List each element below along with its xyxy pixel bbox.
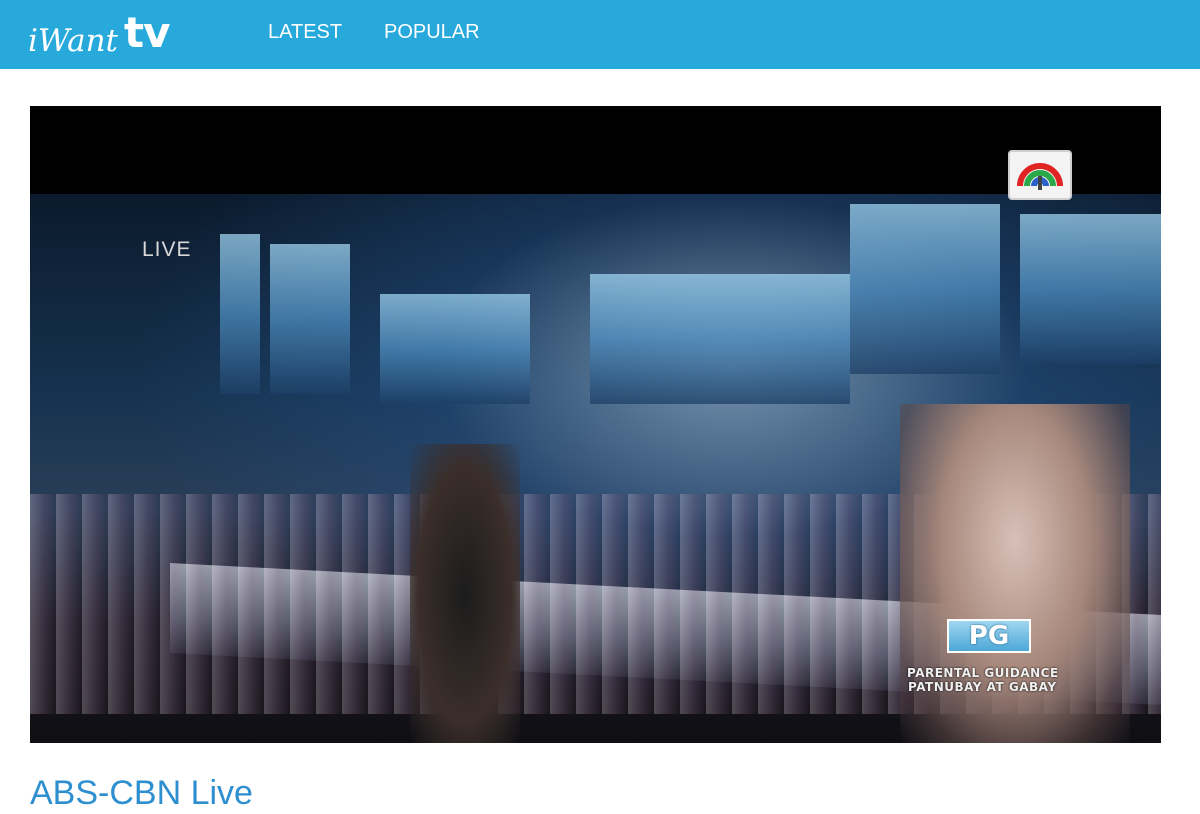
live-indicator: LIVE: [142, 238, 192, 261]
video-player[interactable]: LIVE PG PARENTAL GUIDANCE PATNUBAY AT GA…: [30, 106, 1161, 743]
iwanttv-logo[interactable]: iWant tv: [28, 8, 170, 60]
stage-screen-panel: [270, 244, 350, 394]
abs-cbn-network-logo-icon: [1008, 150, 1072, 200]
stage-screen-panel: [220, 234, 260, 394]
nav-popular-link[interactable]: POPULAR: [384, 21, 480, 44]
top-navigation-bar: iWant tv LATEST POPULAR: [0, 0, 1200, 69]
logo-tv-text: tv: [124, 8, 170, 57]
stage-screen-panel: [1020, 214, 1161, 364]
pg-rating-badge: PG: [947, 619, 1031, 653]
logo-iwant-text: iWant: [28, 23, 118, 59]
video-frame: [30, 194, 1161, 743]
stage-screen-panel: [380, 294, 530, 404]
nav-latest-link[interactable]: LATEST: [268, 21, 342, 44]
video-title[interactable]: ABS-CBN Live: [30, 774, 253, 813]
network-logo-svg: [1017, 163, 1063, 190]
stage-screen-panel: [850, 204, 1000, 374]
rating-description-filipino: PATNUBAY AT GABAY: [908, 680, 1057, 694]
contestant-figure: [410, 444, 520, 743]
stage-screen-panel: [590, 274, 850, 404]
rating-description: PARENTAL GUIDANCE: [907, 666, 1059, 680]
